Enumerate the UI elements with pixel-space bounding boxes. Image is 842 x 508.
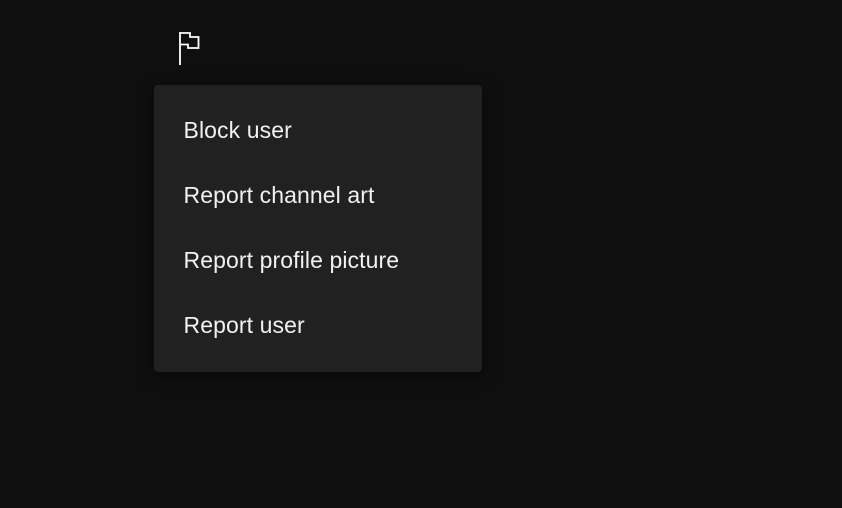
menu-item-label: Block user — [183, 117, 292, 143]
menu-item-report-channel-art[interactable]: Report channel art — [154, 163, 482, 228]
menu-item-label: Report user — [183, 312, 305, 338]
menu-item-label: Report channel art — [183, 182, 375, 208]
menu-item-report-user[interactable]: Report user — [154, 293, 482, 358]
flag-icon — [179, 28, 201, 65]
report-flag-button[interactable] — [170, 28, 210, 68]
user-actions-menu: Block user Report channel art Report pro… — [154, 85, 482, 372]
menu-item-label: Report profile picture — [183, 247, 400, 273]
menu-item-block-user[interactable]: Block user — [154, 98, 482, 163]
menu-item-report-profile-picture[interactable]: Report profile picture — [154, 228, 482, 293]
